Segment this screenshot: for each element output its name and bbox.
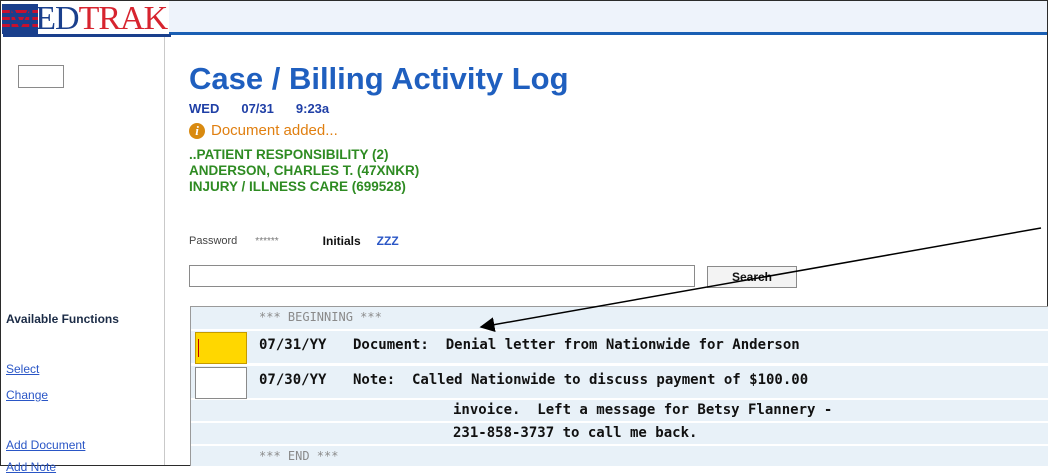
annotation-arrow	[479, 227, 1042, 333]
app-window: MEDTRAK Available Functions Select Chang…	[0, 0, 1048, 474]
arrow-line	[479, 227, 1042, 333]
